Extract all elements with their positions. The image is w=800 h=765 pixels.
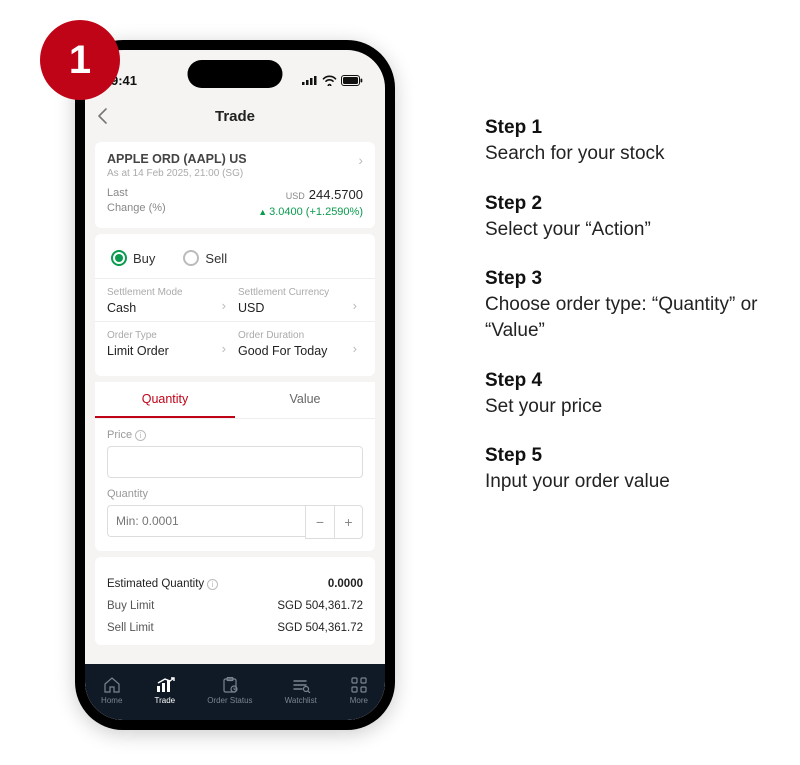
steps-panel: Step 1 Search for your stock Step 2 Sele…	[485, 117, 775, 521]
buy-limit-label: Buy Limit	[107, 600, 154, 612]
watchlist-icon	[291, 676, 311, 694]
step-title: Step 5	[485, 445, 775, 467]
form-card: Quantity Value Price i Quantity	[95, 382, 375, 551]
settlement-mode-label: Settlement Mode	[107, 287, 232, 298]
estimated-quantity-value: 0.0000	[328, 578, 363, 590]
status-icons	[302, 75, 363, 86]
order-type-label: Order Type	[107, 330, 232, 341]
step-badge: 1	[40, 20, 120, 100]
stock-asof: As at 14 Feb 2025, 21:00 (SG)	[107, 168, 247, 179]
sell-label: Sell	[205, 251, 227, 266]
tab-trade[interactable]: Trade	[154, 676, 175, 705]
order-type-value: Limit Order	[107, 344, 232, 358]
tab-home-label: Home	[101, 696, 122, 705]
chevron-right-icon: ›	[222, 298, 226, 313]
radio-selected-icon	[111, 250, 127, 266]
chevron-right-icon: ›	[353, 341, 357, 356]
tab-value[interactable]: Value	[235, 382, 375, 418]
content-area: APPLE ORD (AAPL) US As at 14 Feb 2025, 2…	[85, 142, 385, 645]
buy-limit-value: SGD 504,361.72	[277, 600, 363, 612]
step-title: Step 4	[485, 370, 775, 392]
change-value: 3.0400 (+1.2590%)	[269, 206, 363, 218]
step-1: Step 1 Search for your stock	[485, 117, 775, 167]
tab-order-status[interactable]: Order Status	[207, 676, 252, 705]
tab-more[interactable]: More	[349, 676, 369, 705]
phone-screen: 9:41 Trade	[85, 50, 385, 720]
increment-button[interactable]: +	[334, 506, 362, 538]
step-text: Select your “Action”	[485, 217, 775, 243]
settlement-mode-cell[interactable]: Settlement Mode Cash ›	[107, 279, 232, 321]
tab-trade-label: Trade	[154, 696, 175, 705]
summary-card: Estimated Quantity i 0.0000 Buy Limit SG…	[95, 557, 375, 645]
chevron-right-icon: ›	[353, 298, 357, 313]
order-type-cell[interactable]: Order Type Limit Order ›	[107, 322, 232, 364]
home-icon	[102, 676, 122, 694]
up-triangle-icon: ▲	[258, 207, 267, 217]
sell-limit-label: Sell Limit	[107, 622, 154, 634]
settlement-currency-cell[interactable]: Settlement Currency USD ›	[232, 279, 363, 321]
price-value: 244.5700	[309, 187, 363, 202]
more-icon	[349, 676, 369, 694]
settlement-mode-value: Cash	[107, 301, 232, 315]
step-3: Step 3 Choose order type: “Quantity” or …	[485, 268, 775, 343]
last-label: Last	[107, 187, 166, 199]
nav-header: Trade	[85, 96, 385, 136]
trade-icon	[155, 676, 175, 694]
settlement-currency-value: USD	[238, 301, 363, 315]
step-text: Set your price	[485, 394, 775, 420]
sell-radio[interactable]: Sell	[183, 250, 227, 266]
stock-header-row[interactable]: APPLE ORD (AAPL) US As at 14 Feb 2025, 2…	[107, 152, 363, 179]
settlement-currency-label: Settlement Currency	[238, 287, 363, 298]
buy-radio[interactable]: Buy	[111, 250, 155, 266]
wifi-icon	[322, 75, 337, 86]
stock-card: APPLE ORD (AAPL) US As at 14 Feb 2025, 2…	[95, 142, 375, 228]
tab-watchlist[interactable]: Watchlist	[285, 676, 317, 705]
price-currency: USD	[286, 191, 305, 201]
order-duration-cell[interactable]: Order Duration Good For Today ›	[232, 322, 363, 364]
step-title: Step 2	[485, 193, 775, 215]
tab-order-status-label: Order Status	[207, 696, 252, 705]
page-title: Trade	[215, 108, 255, 125]
price-input[interactable]	[107, 446, 363, 478]
info-icon[interactable]: i	[135, 430, 146, 441]
action-row: Buy Sell	[107, 244, 363, 278]
info-icon[interactable]: i	[207, 579, 218, 590]
tab-watchlist-label: Watchlist	[285, 696, 317, 705]
quantity-input[interactable]	[107, 505, 305, 537]
radio-unselected-icon	[183, 250, 199, 266]
back-button[interactable]	[97, 107, 108, 125]
quantity-stepper: − +	[305, 505, 363, 539]
sell-limit-value: SGD 504,361.72	[277, 622, 363, 634]
dynamic-island	[188, 60, 283, 88]
step-title: Step 3	[485, 268, 775, 290]
estimated-quantity-label: Estimated Quantity i	[107, 578, 218, 590]
qty-value-tabs: Quantity Value	[95, 382, 375, 419]
change-label: Change (%)	[107, 202, 166, 214]
decrement-button[interactable]: −	[306, 506, 334, 538]
step-text: Input your order value	[485, 469, 775, 495]
tab-quantity[interactable]: Quantity	[95, 382, 235, 418]
bottom-tabbar: Home Trade Order Status Watchlist	[85, 664, 385, 720]
order-card: Buy Sell Settlement Mode Cash › Se	[95, 234, 375, 376]
step-title: Step 1	[485, 117, 775, 139]
order-status-icon	[220, 676, 240, 694]
price-field-label: Price i	[107, 429, 363, 441]
cellular-signal-icon	[302, 75, 318, 85]
buy-label: Buy	[133, 251, 155, 266]
stock-name: APPLE ORD (AAPL) US	[107, 152, 247, 166]
battery-icon	[341, 75, 363, 86]
phone-frame: 9:41 Trade	[75, 40, 395, 730]
step-5: Step 5 Input your order value	[485, 445, 775, 495]
tab-more-label: More	[350, 696, 368, 705]
step-2: Step 2 Select your “Action”	[485, 193, 775, 243]
chevron-right-icon: ›	[358, 152, 363, 168]
step-text: Search for your stock	[485, 141, 775, 167]
step-text: Choose order type: “Quantity” or “Value”	[485, 292, 775, 343]
step-4: Step 4 Set your price	[485, 370, 775, 420]
quantity-field-label: Quantity	[107, 488, 363, 500]
order-duration-value: Good For Today	[238, 344, 363, 358]
chevron-right-icon: ›	[222, 341, 226, 356]
tab-home[interactable]: Home	[101, 676, 122, 705]
order-duration-label: Order Duration	[238, 330, 363, 341]
